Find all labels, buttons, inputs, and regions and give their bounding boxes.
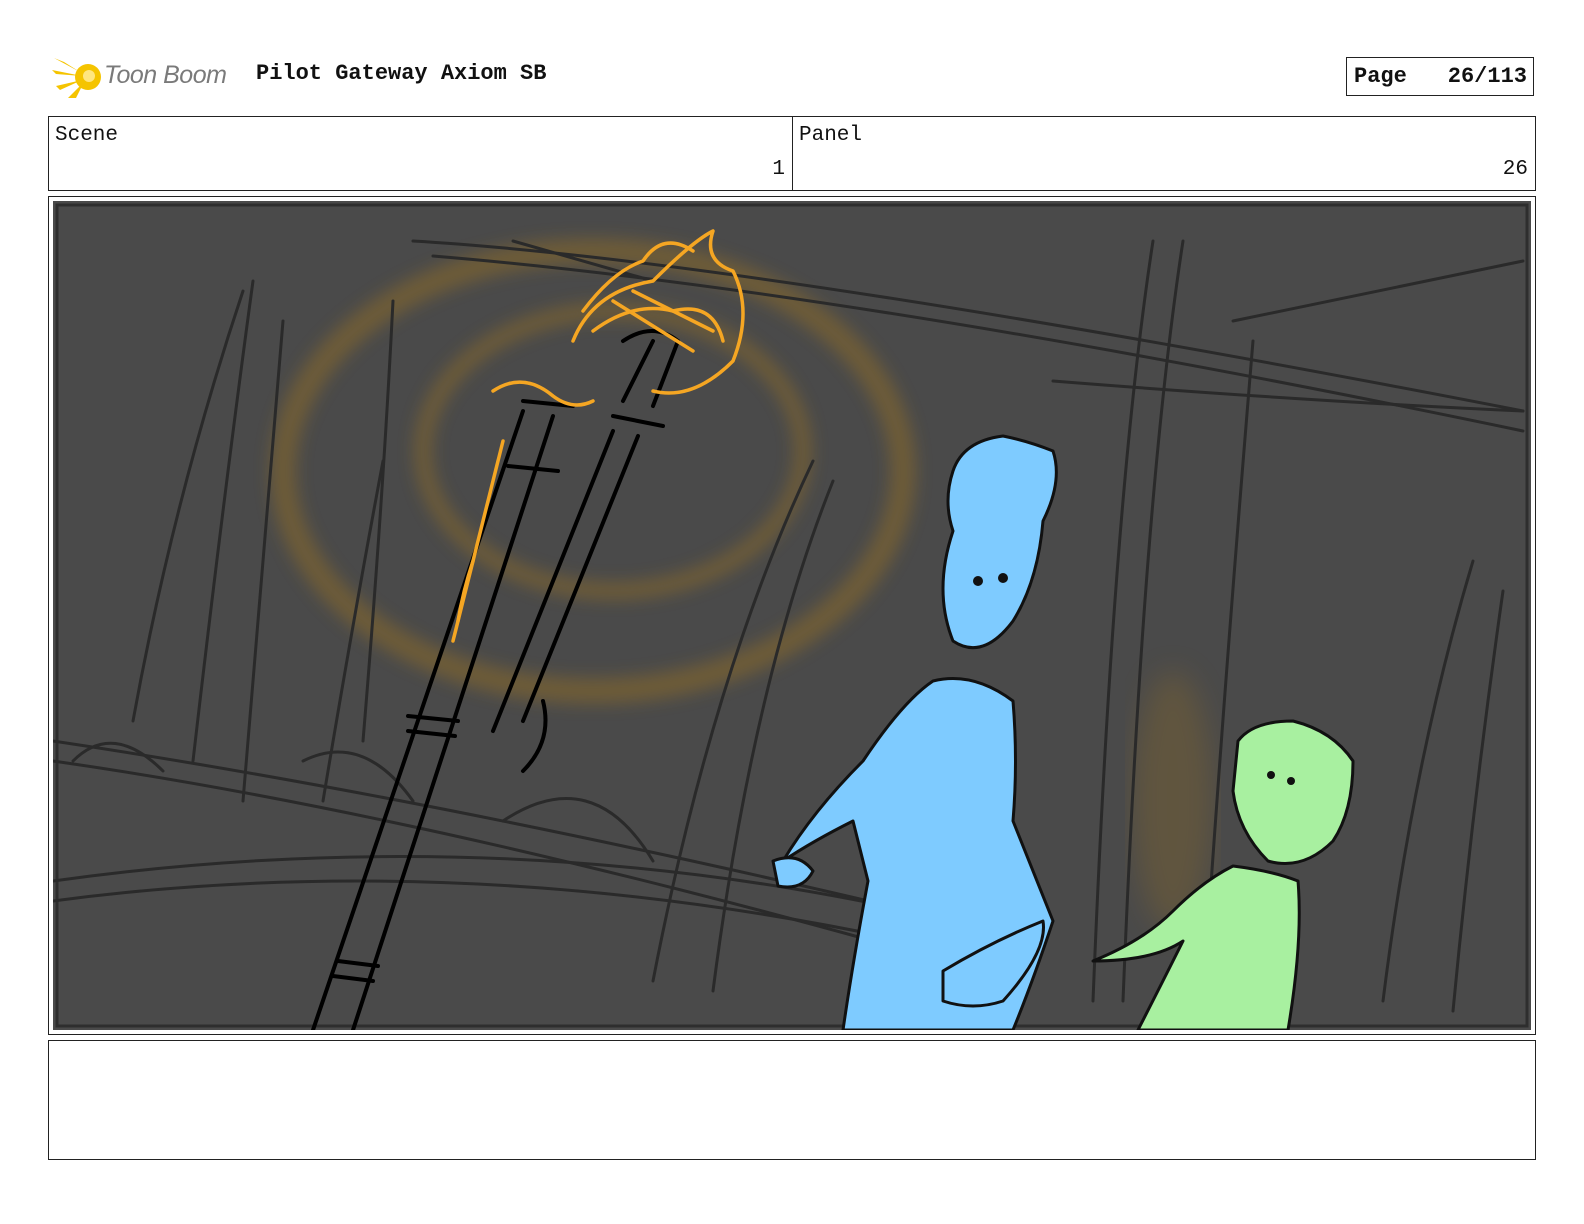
storyboard-sketch-image: [53, 201, 1531, 1030]
scene-number: 1: [772, 158, 785, 181]
scene-cell: Scene 1: [49, 117, 793, 190]
page-label: Page: [1354, 64, 1407, 89]
flame-logo-icon: [52, 58, 101, 98]
storyboard-panel-frame: [48, 196, 1536, 1035]
panel-cell: Panel 26: [793, 117, 1535, 190]
toon-boom-logo: Toon Boom: [50, 52, 240, 102]
logo-text: Toon Boom: [104, 61, 227, 89]
storyboard-title: Pilot Gateway Axiom SB: [256, 61, 547, 86]
page-indicator: Page 26/113: [1346, 57, 1534, 96]
panel-notes-box: [48, 1040, 1536, 1160]
scene-panel-row: Scene 1 Panel 26: [48, 116, 1536, 191]
panel-label: Panel: [799, 124, 863, 147]
scene-label: Scene: [55, 124, 119, 147]
panel-number: 26: [1502, 158, 1528, 181]
page-number: 26/113: [1447, 64, 1527, 89]
